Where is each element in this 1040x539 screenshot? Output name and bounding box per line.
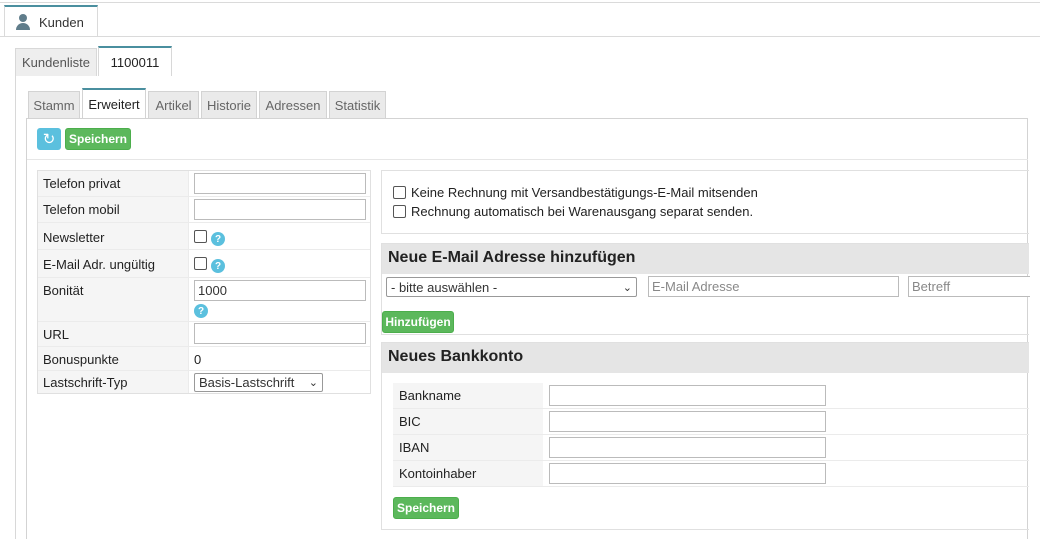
row-url: URL [38,322,370,347]
customer-extended-form: Telefon privat Telefon mobil Newsletter … [37,170,371,394]
help-icon[interactable]: ? [194,304,208,318]
row-bankname: Bankname [393,383,1029,409]
telefon-mobil-label: Telefon mobil [38,197,188,222]
email-input[interactable]: E-Mail Adresse [648,276,899,297]
bonuspunkte-label: Bonuspunkte [38,347,188,370]
auto-invoice-label: Rechnung automatisch bei Warenausgang se… [411,204,754,219]
row-bonitaet: Bonität 1000 ? [38,278,370,322]
url-input[interactable] [194,323,366,344]
bonitaet-label: Bonität [38,278,188,321]
option-no-invoice[interactable]: Keine Rechnung mit Versandbestätigungs-E… [393,185,758,200]
telefon-privat-label: Telefon privat [38,171,188,196]
row-bonuspunkte: Bonuspunkte 0 [38,347,370,371]
chevron-down-icon: ⌄ [308,377,318,389]
tab-stamm[interactable]: Stamm [28,91,80,118]
email-invalid-label: E-Mail Adr. ungültig [38,250,188,277]
row-lastschrift: Lastschrift-Typ Basis-Lastschrift ⌄ [38,371,370,393]
save-button[interactable]: Speichern [65,128,131,150]
bank-section: Neues Bankkonto Bankname BIC IBAN Kontoi… [381,342,1029,530]
bankname-label: Bankname [393,383,543,408]
tab-adressen[interactable]: Adressen [259,91,327,118]
bank-section-title: Neues Bankkonto [382,343,1029,373]
bonitaet-input[interactable]: 1000 [194,280,366,301]
newsletter-label: Newsletter [38,223,188,249]
add-email-button[interactable]: Hinzufügen [382,311,454,333]
telefon-mobil-input[interactable] [194,199,366,220]
top-border [0,2,1040,3]
chevron-down-icon: ⌄ [622,281,632,294]
tab-artikel[interactable]: Artikel [148,91,199,118]
bankname-input[interactable] [549,385,826,406]
row-email-invalid: E-Mail Adr. ungültig ? [38,250,370,278]
row-telefon-mobil: Telefon mobil [38,197,370,223]
url-label: URL [38,322,188,346]
tab-historie[interactable]: Historie [201,91,257,118]
iban-label: IBAN [393,435,543,460]
newsletter-checkbox[interactable] [194,230,207,243]
toolbar-separator [27,159,1028,160]
tab-kundenliste[interactable]: Kundenliste [15,48,97,76]
email-section-title: Neue E-Mail Adresse hinzufügen [382,244,1029,274]
save-bank-button[interactable]: Speichern [393,497,459,519]
row-iban: IBAN [393,435,1029,461]
tab-kunden-label: Kunden [39,14,84,30]
email-invalid-checkbox[interactable] [194,257,207,270]
tab-customer-1100011[interactable]: 1100011 [98,46,172,76]
lastschrift-select-value: Basis-Lastschrift [199,375,295,390]
tabbar-border [0,36,1040,37]
kontoinhaber-label: Kontoinhaber [393,461,543,486]
invoice-options: Keine Rechnung mit Versandbestätigungs-E… [381,170,1029,234]
row-telefon-privat: Telefon privat [38,171,370,197]
tab-erweitert[interactable]: Erweitert [82,88,146,118]
help-icon[interactable]: ? [211,232,225,246]
lastschrift-label: Lastschrift-Typ [38,371,188,393]
help-icon[interactable]: ? [211,259,225,273]
bonuspunkte-value: 0 [194,352,202,367]
refresh-button[interactable]: ↻ [37,128,61,150]
email-section: Neue E-Mail Adresse hinzufügen - bitte a… [381,243,1030,335]
subject-input[interactable]: Betreff [908,276,1030,297]
no-invoice-label: Keine Rechnung mit Versandbestätigungs-E… [411,185,758,200]
bic-label: BIC [393,409,543,434]
auto-invoice-checkbox[interactable] [393,205,406,218]
iban-input[interactable] [549,437,826,458]
refresh-icon: ↻ [42,131,56,148]
tab-kunden[interactable]: Kunden [4,5,98,37]
telefon-privat-input[interactable] [194,173,366,194]
lastschrift-select[interactable]: Basis-Lastschrift ⌄ [194,373,323,392]
row-kontoinhaber: Kontoinhaber [393,461,1029,487]
no-invoice-checkbox[interactable] [393,186,406,199]
kontoinhaber-input[interactable] [549,463,826,484]
row-newsletter: Newsletter ? [38,223,370,250]
email-type-select[interactable]: - bitte auswählen - ⌄ [386,277,637,297]
email-type-select-value: - bitte auswählen - [391,279,498,295]
user-icon [15,14,31,30]
bic-input[interactable] [549,411,826,432]
tab-statistik[interactable]: Statistik [329,91,386,118]
row-bic: BIC [393,409,1029,435]
option-auto-invoice[interactable]: Rechnung automatisch bei Warenausgang se… [393,204,753,219]
